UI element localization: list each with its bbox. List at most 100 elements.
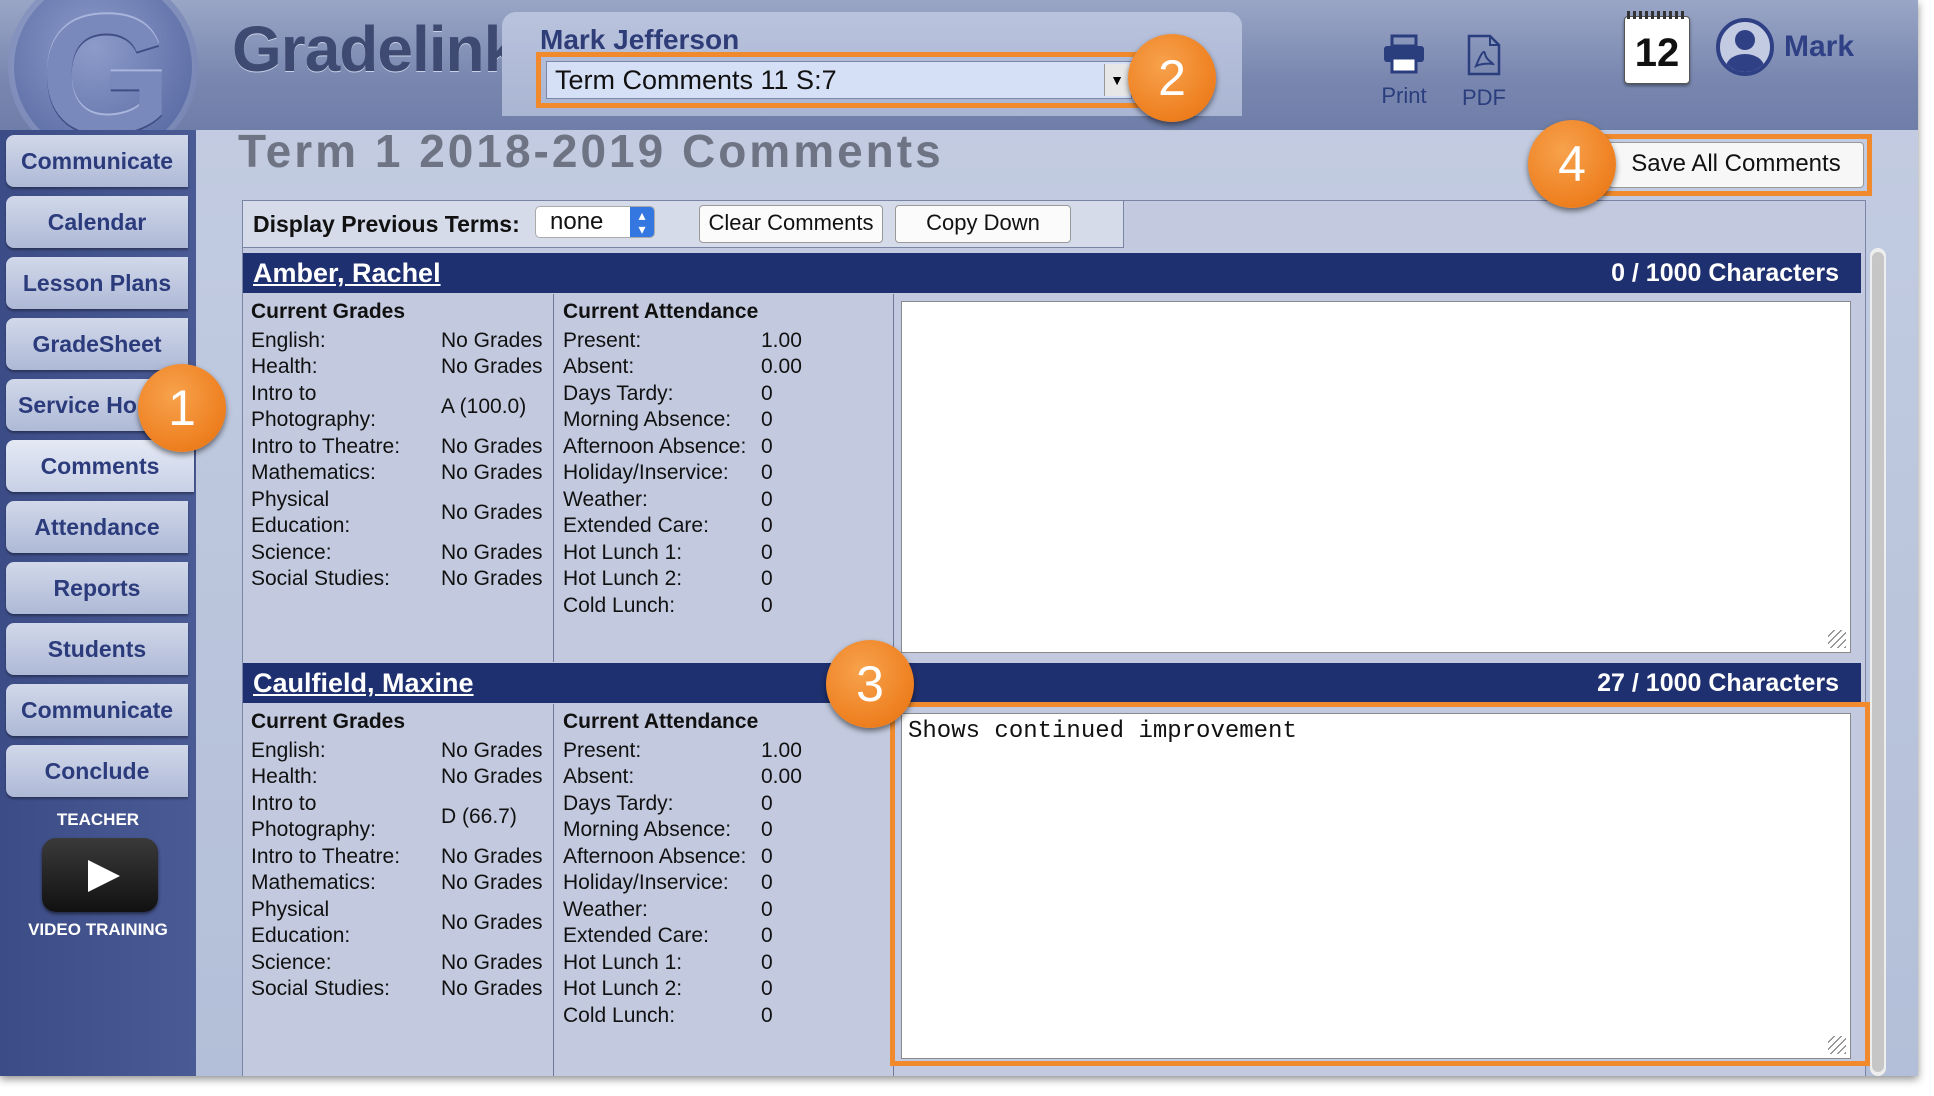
current-attendance: Current Attendance Present: 1.00 Absent:…	[555, 294, 894, 662]
grade-value: No Grades	[441, 329, 543, 352]
callout-marker-2: 2	[1128, 34, 1216, 122]
attendance-label: Hot Lunch 1:	[563, 541, 683, 564]
attendance-value: 0	[761, 541, 773, 564]
attendance-label: Hot Lunch 2:	[563, 567, 683, 590]
callout-marker-1: 1	[138, 364, 226, 452]
grade-label: Intro to Theatre:	[251, 845, 401, 868]
display-previous-terms-select[interactable]: none ▴ ▾	[535, 206, 655, 238]
attendance-value: 0	[761, 488, 773, 511]
attendance-value: 0	[761, 977, 773, 1000]
printer-icon	[1372, 34, 1436, 83]
grades-header: Current Grades	[251, 300, 406, 323]
grade-label: English:	[251, 739, 326, 762]
attendance-label: Days Tardy:	[563, 792, 674, 815]
attendance-value: 0	[761, 461, 773, 484]
user-avatar-icon[interactable]	[1716, 18, 1774, 76]
pdf-button[interactable]: PDF	[1452, 34, 1516, 111]
video-training-button[interactable]	[42, 838, 158, 912]
attendance-label: Days Tardy:	[563, 382, 674, 405]
attendance-label: Extended Care:	[563, 514, 709, 537]
attendance-value: 0	[761, 924, 773, 947]
save-all-comments-button[interactable]: Save All Comments	[1608, 142, 1864, 188]
calendar-day: 12	[1634, 31, 1680, 75]
grade-label: Physical	[251, 488, 330, 511]
grade-label: Education:	[251, 514, 351, 537]
grade-value: No Grades	[441, 951, 543, 974]
grade-value: No Grades	[441, 435, 543, 458]
comments-toolbar: Display Previous Terms: none ▴ ▾ Clear Co…	[243, 201, 1124, 248]
brand-name: Gradelink	[232, 13, 519, 85]
grade-value: No Grades	[441, 871, 543, 894]
attendance-label: Extended Care:	[563, 924, 709, 947]
attendance-value: 0	[761, 567, 773, 590]
callout-marker-3: 3	[826, 640, 914, 728]
grade-value: No Grades	[441, 501, 543, 524]
resize-handle-icon[interactable]	[1828, 630, 1846, 648]
teacher-label: TEACHER	[56, 810, 140, 829]
sidebar-item-communicate-2[interactable]: Communicate	[6, 684, 188, 736]
sidebar-item-students[interactable]: Students	[6, 623, 188, 675]
sidebar-item-attendance[interactable]: Attendance	[6, 501, 188, 553]
vertical-scrollbar[interactable]	[1870, 248, 1886, 1076]
sidebar-item-lesson-plans[interactable]: Lesson Plans	[6, 257, 188, 309]
sidebar: Communicate Calendar Lesson Plans GradeS…	[0, 130, 196, 1076]
student-name-link[interactable]: Caulfield, Maxine	[253, 668, 474, 699]
current-grades: Current Grades English: No Grades Health…	[243, 294, 554, 662]
grade-value: No Grades	[441, 845, 543, 868]
attendance-value: 0.00	[761, 765, 802, 788]
display-previous-terms-label: Display Previous Terms:	[253, 211, 520, 237]
grade-value: No Grades	[441, 461, 543, 484]
grade-value: No Grades	[441, 355, 543, 378]
grade-label: Intro to	[251, 382, 317, 405]
attendance-value: 0	[761, 845, 773, 868]
clear-comments-button[interactable]: Clear Comments	[699, 205, 883, 243]
attendance-header: Current Attendance	[563, 710, 759, 733]
grade-value: No Grades	[441, 765, 543, 788]
grade-label: Intro to Theatre:	[251, 435, 401, 458]
comment-textarea[interactable]	[901, 301, 1851, 653]
callout-marker-4: 4	[1528, 120, 1616, 208]
sidebar-item-communicate[interactable]: Communicate	[6, 135, 188, 187]
attendance-value: 0	[761, 514, 773, 537]
grade-label: Science:	[251, 541, 332, 564]
updown-chevron-icon: ▴ ▾	[630, 207, 654, 237]
character-count: 27 / 1000 Characters	[1597, 669, 1839, 697]
attendance-value: 0	[761, 382, 773, 405]
current-grades: Current Grades English: No Grades Health…	[243, 704, 554, 1076]
sidebar-item-gradesheet[interactable]: GradeSheet	[6, 318, 188, 370]
print-button[interactable]: Print	[1372, 34, 1436, 109]
grade-value: No Grades	[441, 567, 543, 590]
attendance-label: Weather:	[563, 488, 648, 511]
current-attendance: Current Attendance Present: 1.00 Absent:…	[555, 704, 894, 1076]
attendance-label: Holiday/Inservice:	[563, 871, 729, 894]
video-training-label: VIDEO TRAINING	[28, 920, 168, 939]
copy-down-button[interactable]: Copy Down	[895, 205, 1071, 243]
sidebar-item-calendar[interactable]: Calendar	[6, 196, 188, 248]
play-icon	[88, 860, 120, 892]
attendance-label: Cold Lunch:	[563, 594, 676, 617]
avatar-head	[1735, 30, 1755, 50]
attendance-value: 1.00	[761, 739, 802, 762]
user-name[interactable]: Mark	[1784, 30, 1854, 64]
attendance-value: 0	[761, 898, 773, 921]
sidebar-item-reports[interactable]: Reports	[6, 562, 188, 614]
sidebar-item-conclude[interactable]: Conclude	[6, 745, 188, 797]
grade-label: Education:	[251, 924, 351, 947]
grade-label: Social Studies:	[251, 567, 390, 590]
grade-label: English:	[251, 329, 326, 352]
attendance-label: Morning Absence:	[563, 818, 732, 841]
attendance-value: 0	[761, 435, 773, 458]
grade-label: Health:	[251, 355, 318, 378]
student-header: Amber, Rachel 0 / 1000 Characters	[243, 253, 1861, 293]
grade-value: A (100.0)	[441, 395, 527, 418]
attendance-label: Holiday/Inservice:	[563, 461, 729, 484]
display-previous-terms-value: none	[550, 208, 604, 235]
attendance-label: Absent:	[563, 765, 635, 788]
calendar-icon[interactable]: 12	[1624, 11, 1690, 84]
student-name-link[interactable]: Amber, Rachel	[253, 258, 441, 289]
grade-label: Intro to	[251, 792, 317, 815]
scrollbar-thumb[interactable]	[1872, 252, 1884, 1072]
grade-label: Social Studies:	[251, 977, 390, 1000]
attendance-label: Afternoon Absence:	[563, 845, 747, 868]
avatar-body	[1726, 54, 1764, 72]
